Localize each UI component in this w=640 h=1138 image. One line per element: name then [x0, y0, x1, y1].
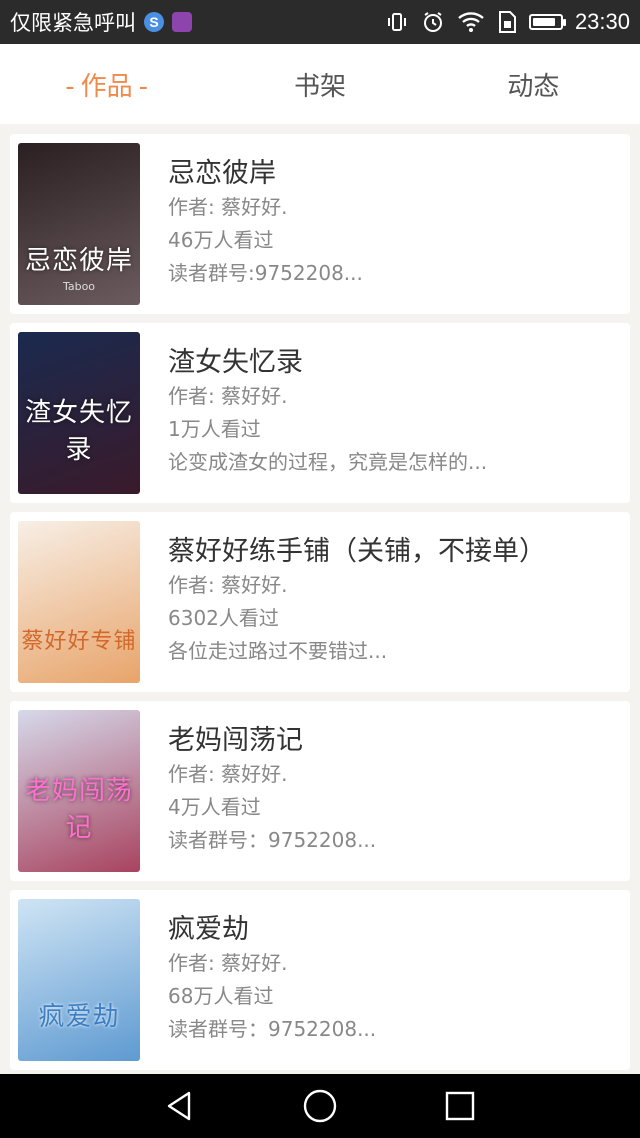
book-title: 忌恋彼岸 — [168, 158, 276, 189]
tab-dash-left: - — [65, 71, 75, 102]
book-title: 蔡好好练手铺（关铺，不接单） — [168, 536, 546, 567]
book-meta: 忌恋彼岸 作者: 蔡好好. 46万人看过 读者群号:9752208... — [168, 143, 363, 290]
book-extra: 读者群号:9752208... — [168, 261, 363, 285]
back-icon[interactable] — [158, 1084, 202, 1128]
tab-works-label: 作品 — [80, 71, 133, 102]
tab-activity-label: 动态 — [507, 71, 560, 102]
book-title: 疯爱劫 — [168, 914, 249, 945]
recents-icon[interactable] — [438, 1084, 482, 1128]
book-cover[interactable]: 渣女失忆录 — [18, 332, 140, 494]
book-extra: 读者群号：9752208... — [168, 828, 377, 852]
book-author: 作者: 蔡好好. — [168, 195, 288, 219]
clock: 23:30 — [574, 9, 630, 34]
book-card[interactable]: 忌恋彼岸 Taboo 忌恋彼岸 作者: 蔡好好. 46万人看过 读者群号:975… — [10, 134, 630, 314]
home-icon[interactable] — [298, 1084, 342, 1128]
battery-icon — [528, 14, 566, 30]
book-author: 作者: 蔡好好. — [168, 384, 288, 408]
cover-title: 疯爱劫 — [38, 1002, 120, 1032]
book-meta: 老妈闯荡记 作者: 蔡好好. 4万人看过 读者群号：9752208... — [168, 710, 376, 857]
book-author: 作者: 蔡好好. — [168, 951, 288, 975]
book-author: 作者: 蔡好好. — [168, 573, 288, 597]
cover-subtitle: Taboo — [62, 280, 96, 293]
tab-works[interactable]: - 作品 - — [0, 66, 213, 103]
tab-dash-right: - — [138, 71, 149, 102]
book-card[interactable]: 蔡好好专铺 蔡好好练手铺（关铺，不接单） 作者: 蔡好好. 6302人看过 各位… — [10, 512, 630, 692]
cover-title: 蔡好好专铺 — [21, 629, 137, 654]
book-views: 68万人看过 — [168, 984, 274, 1008]
book-cover[interactable]: 忌恋彼岸 Taboo — [18, 143, 140, 305]
status-left: 仅限紧急呼叫 S — [10, 7, 192, 37]
tab-bookshelf[interactable]: 书架 — [213, 66, 426, 103]
book-extra: 各位走过路过不要错过... — [168, 639, 388, 663]
tab-activity[interactable]: 动态 — [427, 66, 640, 103]
app-s-icon: S — [144, 12, 164, 32]
book-cover[interactable]: 疯爱劫 — [18, 899, 140, 1061]
wifi-icon — [457, 11, 485, 33]
book-card[interactable]: 疯爱劫 疯爱劫 作者: 蔡好好. 68万人看过 读者群号：9752208... — [10, 890, 630, 1070]
book-cover[interactable]: 老妈闯荡记 — [18, 710, 140, 872]
book-list: 忌恋彼岸 Taboo 忌恋彼岸 作者: 蔡好好. 46万人看过 读者群号:975… — [10, 134, 630, 1079]
book-meta: 疯爱劫 作者: 蔡好好. 68万人看过 读者群号：9752208... — [168, 899, 376, 1046]
sim-icon — [497, 10, 517, 34]
book-views: 6302人看过 — [168, 606, 279, 630]
tab-bookshelf-label: 书架 — [293, 71, 346, 102]
book-title: 老妈闯荡记 — [168, 725, 303, 756]
book-extra: 论变成渣女的过程，究竟是怎样的... — [168, 450, 488, 474]
book-meta: 渣女失忆录 作者: 蔡好好. 1万人看过 论变成渣女的过程，究竟是怎样的... — [168, 332, 487, 479]
tab-bar: - 作品 - 书架 动态 — [0, 44, 640, 124]
book-card[interactable]: 渣女失忆录 渣女失忆录 作者: 蔡好好. 1万人看过 论变成渣女的过程，究竟是怎… — [10, 323, 630, 503]
book-extra: 读者群号：9752208... — [168, 1017, 377, 1041]
book-cover[interactable]: 蔡好好专铺 — [18, 521, 140, 683]
status-bar: 仅限紧急呼叫 S 23:30 — [0, 0, 640, 44]
cover-title: 老妈闯荡记 — [24, 776, 133, 843]
book-views: 1万人看过 — [168, 417, 261, 441]
book-meta: 蔡好好练手铺（关铺，不接单） 作者: 蔡好好. 6302人看过 各位走过路过不要… — [168, 521, 546, 668]
gallery-app-icon — [172, 12, 192, 32]
cover-title: 忌恋彼岸 — [24, 246, 133, 276]
book-author: 作者: 蔡好好. — [168, 762, 288, 786]
status-right: 23:30 — [385, 9, 630, 35]
book-views: 4万人看过 — [168, 795, 261, 819]
book-card[interactable]: 老妈闯荡记 老妈闯荡记 作者: 蔡好好. 4万人看过 读者群号：9752208.… — [10, 701, 630, 881]
alarm-icon — [421, 10, 445, 34]
emergency-call-text: 仅限紧急呼叫 — [10, 12, 136, 35]
vibrate-icon — [385, 10, 409, 34]
battery-level — [532, 18, 556, 26]
book-title: 渣女失忆录 — [168, 347, 303, 378]
book-views: 46万人看过 — [168, 228, 274, 252]
cover-title: 渣女失忆录 — [24, 398, 133, 465]
system-nav-bar — [0, 1074, 640, 1138]
